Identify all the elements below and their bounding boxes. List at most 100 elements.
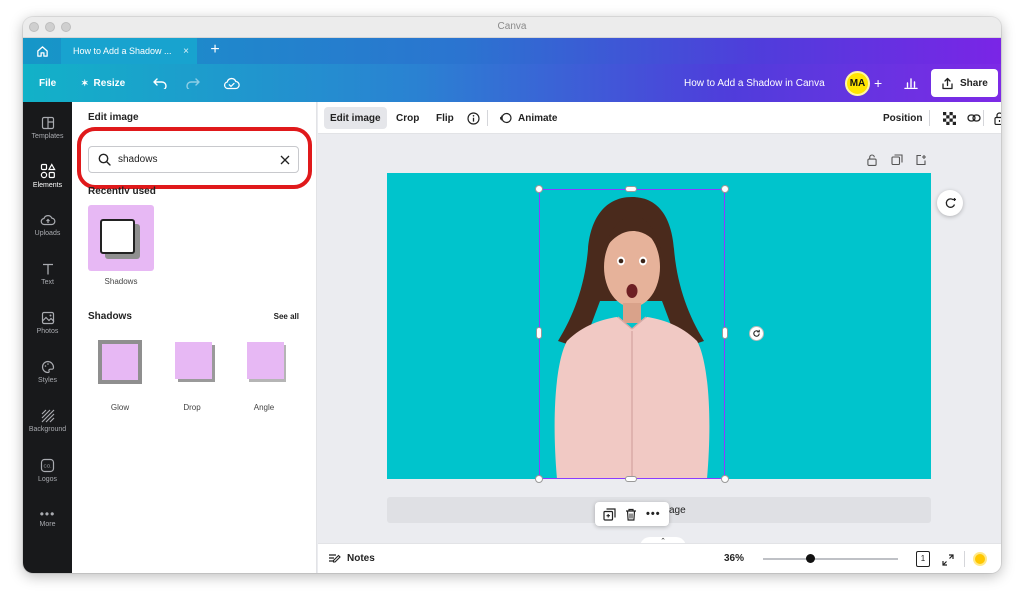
text-icon <box>42 263 53 275</box>
divider <box>929 110 930 126</box>
zoom-value[interactable]: 36% <box>724 553 744 564</box>
zoom-slider-thumb[interactable] <box>806 554 815 563</box>
fullscreen-icon[interactable] <box>942 554 954 566</box>
resize-handle-right[interactable] <box>722 327 728 339</box>
add-page-icon[interactable] <box>915 154 927 166</box>
magic-refresh-button[interactable] <box>937 190 963 216</box>
recent-item-label: Shadows <box>104 277 138 286</box>
lock-button[interactable] <box>988 107 1001 129</box>
trash-icon[interactable] <box>625 508 637 521</box>
side-rail: Templates Elements Uploads Text Photos S… <box>23 102 72 573</box>
shadow-drop-tile[interactable] <box>175 342 212 379</box>
tab-close-icon[interactable]: × <box>183 46 189 57</box>
avatar[interactable]: MA <box>845 64 870 102</box>
resize-handle-bottom[interactable] <box>625 476 637 482</box>
shadows-heading: Shadows <box>88 311 132 322</box>
app-window: Canva How to Add a Shadow ... × + File ✶… <box>23 17 1001 573</box>
info-button[interactable] <box>461 107 486 129</box>
new-tab-button[interactable]: + <box>205 41 225 59</box>
panel-title: Edit image <box>88 112 139 123</box>
resize-handle-bottom-right[interactable] <box>721 475 729 483</box>
shadow-drop-label: Drop <box>183 403 201 412</box>
elements-icon <box>40 163 56 179</box>
shadow-angle-label: Angle <box>253 403 275 412</box>
rail-item-logos[interactable]: CO. Logos <box>23 447 72 493</box>
lock-icon <box>994 111 1001 125</box>
share-label: Share <box>960 77 988 89</box>
shadow-preview-square <box>100 219 135 254</box>
resize-label: Resize <box>93 77 126 89</box>
tab-document[interactable]: How to Add a Shadow ... × <box>61 38 197 64</box>
zoom-slider[interactable] <box>763 554 898 563</box>
design-canvas[interactable] <box>387 173 931 483</box>
tab-bar: How to Add a Shadow ... × + <box>23 38 1001 64</box>
duplicate-icon[interactable] <box>603 507 617 521</box>
recent-item-shadows[interactable] <box>88 205 154 271</box>
rotate-handle[interactable] <box>749 326 764 341</box>
transparency-button[interactable] <box>937 107 962 129</box>
bar-chart-icon <box>904 78 918 89</box>
shadow-glow-tile[interactable] <box>98 340 142 384</box>
transparency-icon <box>943 111 956 125</box>
see-all-link[interactable]: See all <box>274 312 299 321</box>
rotate-icon <box>753 329 760 337</box>
animate-button[interactable]: Animate <box>493 107 563 129</box>
file-label: File <box>39 77 57 89</box>
crop-button[interactable]: Crop <box>390 107 425 129</box>
document-title-text: How to Add a Shadow in Canva <box>684 77 825 89</box>
cloud-check-icon <box>223 77 240 89</box>
resize-handle-top[interactable] <box>625 186 637 192</box>
lock-page-icon[interactable] <box>867 154 877 166</box>
search-highlight-ring <box>77 127 312 189</box>
notes-button[interactable]: Notes <box>328 552 375 564</box>
add-collaborator-button[interactable]: + <box>874 64 882 102</box>
rail-item-background[interactable]: Background <box>23 398 72 444</box>
more-options-icon[interactable]: ••• <box>646 508 661 520</box>
file-menu[interactable]: File <box>39 64 56 102</box>
undo-button[interactable] <box>153 64 168 102</box>
rail-item-elements[interactable]: Elements <box>23 153 72 199</box>
share-button[interactable]: Share <box>931 69 998 97</box>
svg-text:CO.: CO. <box>43 463 51 468</box>
rail-item-styles[interactable]: Styles <box>23 349 72 395</box>
notes-icon <box>329 554 341 563</box>
context-toolbar: Edit image Crop Flip Animate Position <box>318 102 1001 134</box>
more-icon: ••• <box>39 507 56 521</box>
edit-image-button[interactable]: Edit image <box>324 107 387 129</box>
floating-element-toolbar: ••• <box>595 502 669 526</box>
save-status-button[interactable] <box>223 64 240 102</box>
insights-button[interactable] <box>904 64 918 102</box>
duplicate-page-icon[interactable] <box>891 154 903 166</box>
animate-icon <box>499 112 512 123</box>
rail-label: Text <box>41 279 54 286</box>
rail-label: Elements <box>32 182 63 189</box>
rail-label: Uploads <box>34 230 61 237</box>
redo-button[interactable] <box>185 64 200 102</box>
flip-button[interactable]: Flip <box>430 107 460 129</box>
resize-handle-bottom-left[interactable] <box>535 475 543 483</box>
animate-label: Animate <box>518 112 558 124</box>
help-badge[interactable] <box>973 552 987 566</box>
document-title[interactable]: How to Add a Shadow in Canva <box>684 64 825 102</box>
resize-handle-top-left[interactable] <box>535 185 543 193</box>
selection-frame <box>539 189 725 479</box>
rail-label: Styles <box>37 377 58 384</box>
resize-handle-left[interactable] <box>536 327 542 339</box>
rail-label: Background <box>28 426 67 433</box>
photos-icon <box>41 311 54 325</box>
position-button[interactable]: Position <box>877 107 928 129</box>
resize-button[interactable]: ✶ Resize <box>81 64 125 102</box>
rail-item-text[interactable]: Text <box>23 251 72 297</box>
rail-item-uploads[interactable]: Uploads <box>23 202 72 248</box>
avatar-badge: MA <box>845 70 870 96</box>
rail-item-photos[interactable]: Photos <box>23 300 72 346</box>
redo-icon <box>186 78 200 89</box>
resize-handle-top-right[interactable] <box>721 185 729 193</box>
divider <box>983 110 984 126</box>
rail-item-templates[interactable]: Templates <box>23 105 72 151</box>
rail-item-more[interactable]: ••• More <box>23 496 72 542</box>
shadow-angle-tile[interactable] <box>247 342 284 379</box>
add-page-label: age <box>669 505 686 516</box>
page-count-button[interactable]: 1 <box>916 551 930 567</box>
home-button[interactable] <box>23 38 61 64</box>
